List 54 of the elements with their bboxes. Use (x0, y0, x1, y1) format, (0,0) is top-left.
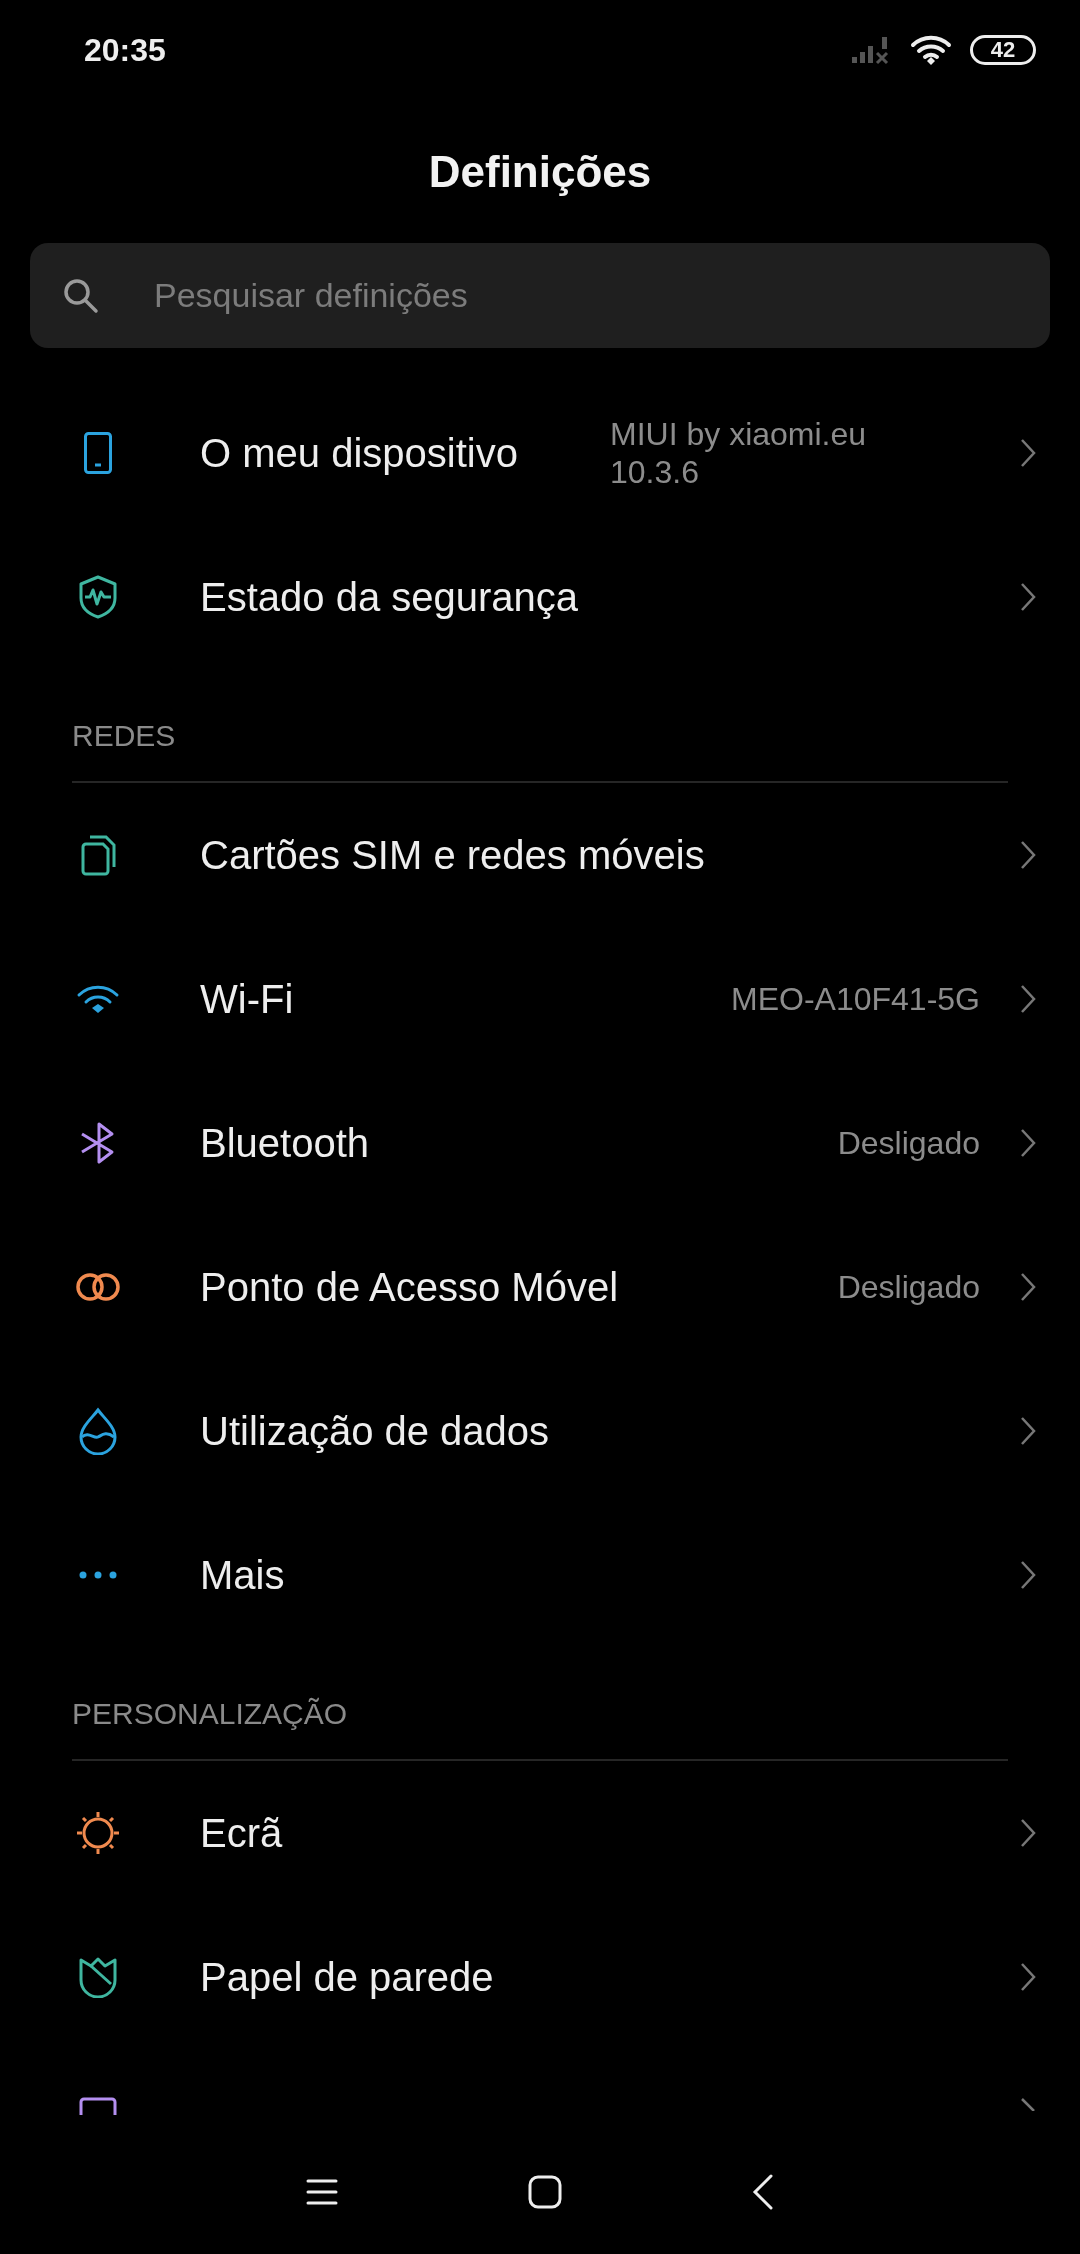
settings-item[interactable]: Papel de parede (0, 1905, 1080, 2049)
item-label: Wi-Fi (200, 976, 295, 1022)
chevron-right-icon (1020, 840, 1036, 870)
settings-item[interactable]: Ponto de Acesso Móvel Desligado (0, 1215, 1080, 1359)
wifi-icon (76, 983, 120, 1015)
chevron-right-icon (1020, 2097, 1036, 2111)
chevron-right-icon (1020, 1962, 1036, 1992)
shield-icon (78, 575, 118, 619)
item-label: Estado da segurança (200, 574, 580, 620)
item-label: Ecrã (200, 1810, 284, 1856)
settings-item[interactable]: O meu dispositivo MIUI by xiaomi.eu 10.3.6 (0, 381, 1080, 525)
sun-icon (75, 1810, 121, 1856)
phone-icon (84, 432, 112, 474)
item-value: MIUI by xiaomi.eu 10.3.6 (610, 414, 868, 492)
page-title: Definições (428, 146, 652, 197)
item-label: Papel de parede (200, 1954, 495, 2000)
settings-item[interactable]: Ecrã (0, 1761, 1080, 1905)
more-dots-icon (79, 1571, 117, 1579)
item-label: O meu dispositivo (200, 430, 519, 476)
item-label: Utilização de dados (200, 1408, 551, 1454)
water-drop-icon (78, 1407, 118, 1455)
item-label: Mais (200, 1552, 286, 1598)
chevron-right-icon (1020, 1272, 1036, 1302)
sim-cards-icon (79, 834, 117, 876)
battery-indicator: 42 (970, 35, 1036, 65)
chevron-right-icon (1020, 1560, 1036, 1590)
item-label: Bluetooth (200, 1120, 371, 1166)
chevron-right-icon (1020, 438, 1036, 468)
tulip-icon (78, 1956, 118, 1998)
settings-item[interactable]: Estado da segurança (0, 525, 1080, 669)
item-label: Ponto de Acesso Móvel (200, 1264, 620, 1310)
chevron-right-icon (1020, 582, 1036, 612)
chevron-right-icon (1020, 1818, 1036, 1848)
home-icon[interactable] (528, 2175, 562, 2209)
settings-item[interactable]: Cartões SIM e redes móveis (0, 783, 1080, 927)
chevron-right-icon (1020, 984, 1036, 1014)
chevron-right-icon (1020, 1128, 1036, 1158)
section-header: REDES (72, 719, 176, 753)
section-header: PERSONALIZAÇÃO (72, 1697, 348, 1731)
item-value: MEO-A10F41-5G (731, 980, 980, 1018)
item-value: Desligado (837, 1124, 980, 1162)
settings-item[interactable]: Mais (0, 1503, 1080, 1647)
settings-item[interactable]: Utilização de dados (0, 1359, 1080, 1503)
settings-item[interactable]: Wi-Fi MEO-A10F41-5G (0, 927, 1080, 1071)
search-field[interactable]: Pesquisar definições (30, 243, 1050, 348)
item-value: Desligado (837, 1268, 980, 1306)
status-time: 20:35 (84, 31, 166, 69)
settings-item[interactable]: Bluetooth Desligado (0, 1071, 1080, 1215)
linked-rings-icon (75, 1271, 121, 1303)
menu-icon[interactable] (306, 2178, 338, 2206)
chevron-right-icon (1020, 1416, 1036, 1446)
item-label: Cartões SIM e redes móveis (200, 832, 706, 878)
back-icon[interactable] (752, 2174, 774, 2210)
wifi-icon (910, 34, 952, 66)
